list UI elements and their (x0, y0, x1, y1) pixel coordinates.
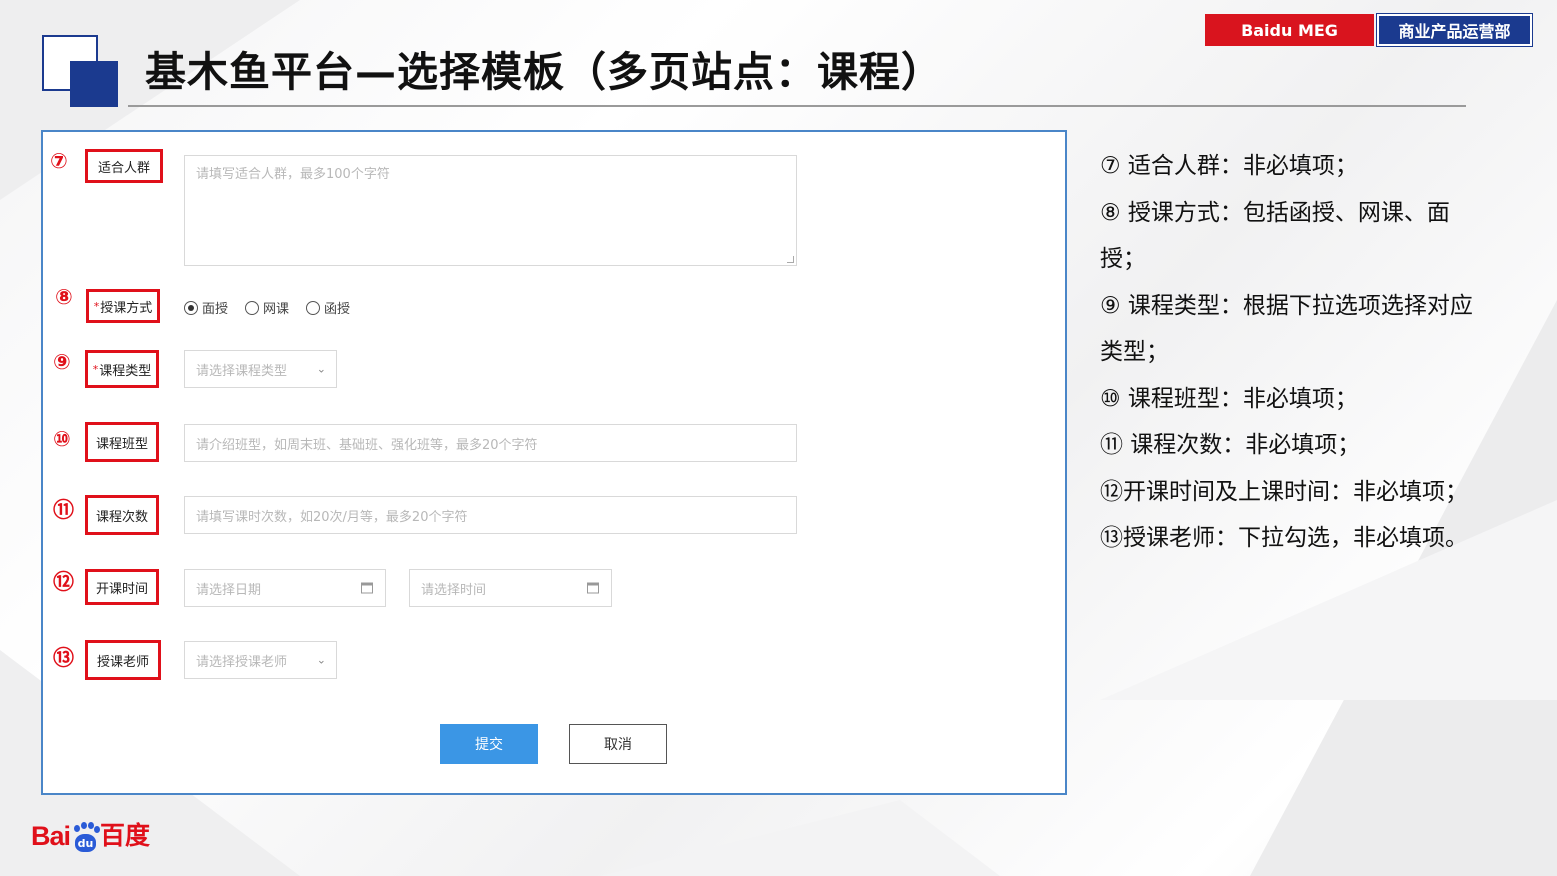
row-number-13: ⑬ (53, 646, 74, 670)
class-format-input[interactable]: 请介绍班型，如周末班、基础班、强化班等，最多20个字符 (184, 424, 797, 462)
chevron-down-icon: ⌄ (316, 653, 326, 667)
radio-online[interactable]: 网课 (245, 298, 289, 317)
label-target-audience: 适合人群 (85, 149, 163, 183)
cancel-button[interactable]: 取消 (569, 724, 667, 764)
brand-tags: Baidu MEG 商业产品运营部 (1205, 13, 1533, 47)
note-item: ⑦ 适合人群：非必填项； (1100, 153, 1358, 179)
chevron-down-icon: ⌄ (316, 362, 326, 376)
radio-unchecked-icon[interactable] (306, 300, 321, 315)
row-number-9: ⑨ (53, 350, 71, 374)
session-count-input[interactable]: 请填写课时次数，如20次/月等，最多20个字符 (184, 496, 797, 534)
note-item: ⑨ 课程类型：根据下拉选项选择对应类型； (1100, 292, 1473, 366)
title-divider (128, 105, 1466, 107)
brand-tag-baidu-meg: Baidu MEG (1205, 14, 1374, 46)
radio-face-to-face[interactable]: 面授 (184, 298, 228, 317)
baidu-logo: Bai du 百度 (31, 821, 151, 852)
row-number-8: ⑧ (55, 285, 73, 309)
radio-checked-icon[interactable] (184, 300, 198, 315)
row-number-10: ⑩ (53, 427, 71, 451)
calendar-icon[interactable] (587, 582, 599, 594)
brand-tag-department: 商业产品运营部 (1376, 13, 1533, 47)
row-number-12: ⑫ (53, 570, 74, 594)
note-item: ⑧ 授课方式：包括函授、网课、面授； (1100, 199, 1450, 273)
label-session-count: 课程次数 (85, 495, 159, 535)
title-decoration (42, 35, 122, 107)
radio-unchecked-icon[interactable] (245, 300, 260, 315)
teaching-method-radio-group: 面授 网课 函授 (184, 298, 350, 317)
label-course-type: * 课程类型 (85, 350, 159, 388)
radio-correspondence[interactable]: 函授 (306, 298, 350, 317)
start-date-picker[interactable]: 请选择日期 (184, 569, 386, 607)
row-number-7: ⑦ (50, 149, 68, 173)
label-teaching-method: * 授课方式 (86, 289, 160, 323)
note-item: ⑪ 课程次数：非必填项； (1100, 432, 1361, 458)
note-item: ⑫开课时间及上课时间：非必填项； (1100, 478, 1468, 505)
page-title: 基木鱼平台—选择模板（多页站点：课程） (145, 48, 943, 96)
calendar-icon[interactable] (361, 582, 373, 594)
note-item: ⑬授课老师：下拉勾选，非必填项。 (1100, 525, 1468, 551)
note-item: ⑩ 课程班型：非必填项； (1100, 385, 1358, 412)
label-start-time: 开课时间 (85, 569, 159, 605)
row-number-11: ⑪ (53, 498, 74, 522)
start-time-picker[interactable]: 请选择时间 (409, 569, 612, 607)
resize-handle-icon[interactable] (787, 256, 794, 263)
label-class-format: 课程班型 (85, 422, 159, 462)
teacher-select[interactable]: 请选择授课老师 ⌄ (184, 641, 337, 679)
field-notes: ⑦ 适合人群：非必填项； ⑧ 授课方式：包括函授、网课、面授； ⑨ 课程类型：根… (1100, 143, 1490, 562)
form-screenshot-panel: ⑦ 适合人群 请填写适合人群，最多100个字符 ⑧ * 授课方式 面授 网课 函授… (41, 130, 1067, 795)
paw-icon: du (71, 822, 101, 852)
submit-button[interactable]: 提交 (440, 724, 538, 764)
target-audience-textarea[interactable]: 请填写适合人群，最多100个字符 (184, 155, 797, 266)
label-teacher: 授课老师 (85, 640, 161, 680)
course-type-select[interactable]: 请选择课程类型 ⌄ (184, 350, 337, 388)
